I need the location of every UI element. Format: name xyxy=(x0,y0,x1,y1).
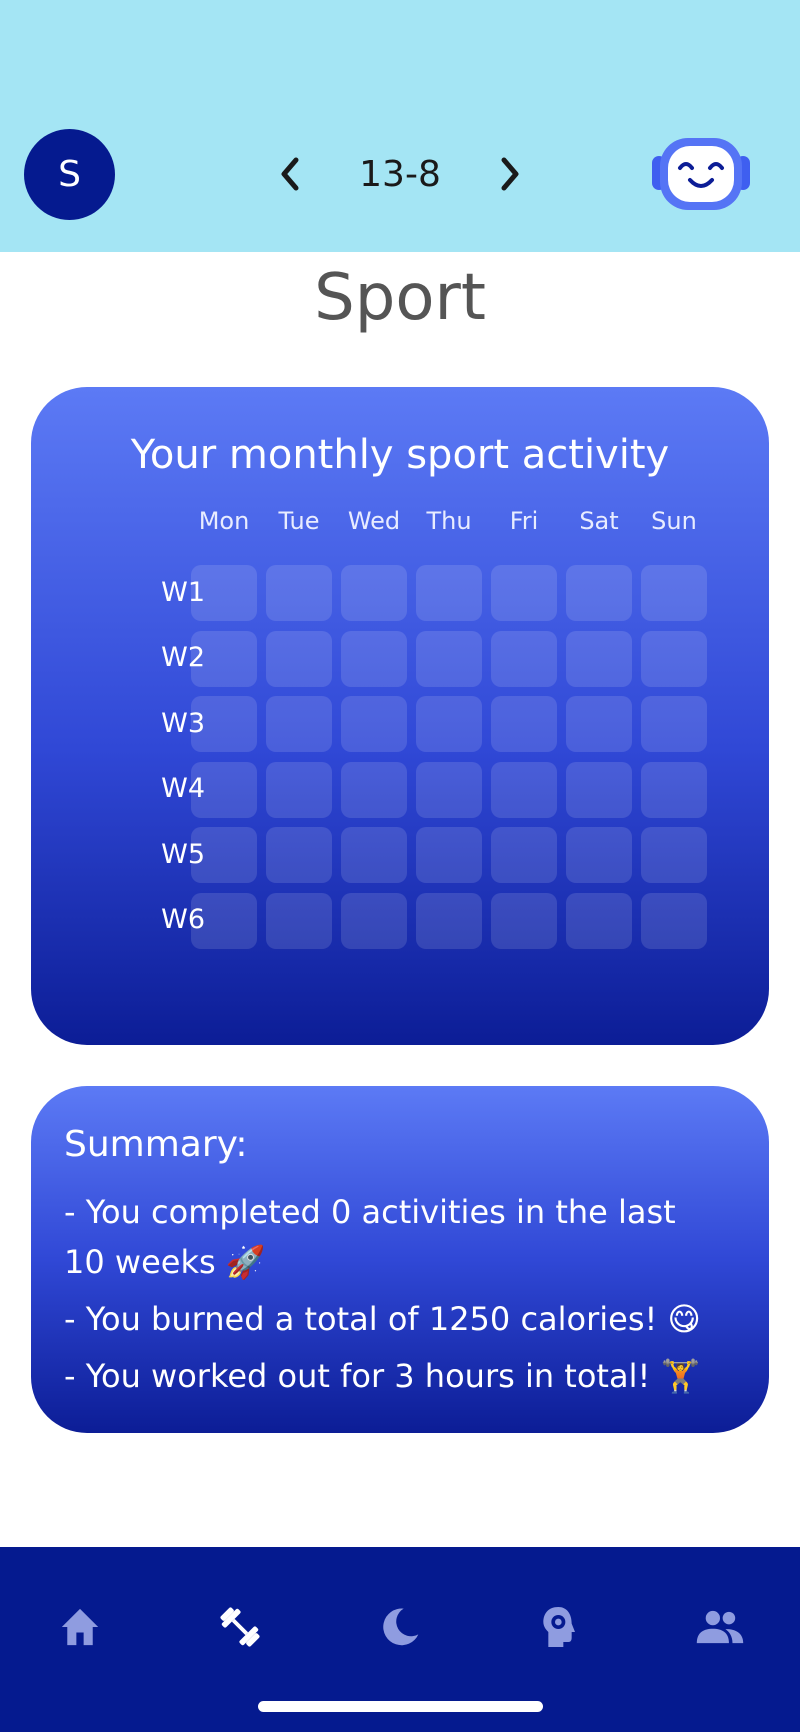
activity-cell[interactable] xyxy=(266,892,332,949)
summary-activities: - You completed 0 activities in the last xyxy=(64,1193,676,1231)
activity-cell[interactable] xyxy=(416,827,482,883)
activity-cell[interactable] xyxy=(641,696,707,752)
activity-cell[interactable] xyxy=(491,565,557,621)
activity-cell[interactable] xyxy=(266,696,332,752)
user-avatar[interactable]: S xyxy=(24,129,115,220)
activity-cell[interactable] xyxy=(341,827,407,883)
activity-cell[interactable] xyxy=(191,761,257,818)
activity-cell[interactable] xyxy=(641,761,707,818)
activity-cell[interactable] xyxy=(416,696,482,752)
home-icon xyxy=(61,1608,99,1646)
day-header-sat: Sat xyxy=(579,507,619,535)
activity-cell[interactable] xyxy=(416,630,482,687)
activity-cell[interactable] xyxy=(266,630,332,687)
activity-cell[interactable] xyxy=(416,761,482,818)
previous-date-button[interactable] xyxy=(268,152,312,196)
activity-cell[interactable] xyxy=(191,630,257,687)
dumbbell-icon xyxy=(220,1607,260,1647)
activity-cell[interactable] xyxy=(491,892,557,949)
activity-cell[interactable] xyxy=(191,892,257,949)
page-title: Sport xyxy=(314,261,486,335)
home-indicator xyxy=(258,1701,543,1712)
mind-gear-icon xyxy=(543,1607,575,1647)
people-icon xyxy=(696,1610,744,1644)
sport-screen: S 13-8 Sport Your monthly sport activity… xyxy=(0,0,800,1732)
activity-cell[interactable] xyxy=(566,827,632,883)
day-header-thu: Thu xyxy=(426,507,472,535)
nav-mind[interactable] xyxy=(530,1597,590,1657)
activity-cell[interactable] xyxy=(491,630,557,687)
chevron-left-icon xyxy=(281,157,299,191)
moon-icon xyxy=(383,1608,419,1646)
activity-cell[interactable] xyxy=(341,892,407,949)
activity-cell[interactable] xyxy=(191,696,257,752)
activity-cell[interactable] xyxy=(266,565,332,621)
activity-cell[interactable] xyxy=(566,761,632,818)
monthly-activity-card: Your monthly sport activity Mon Tue Wed … xyxy=(31,387,769,1045)
summary-card: Summary: - You completed 0 activities in… xyxy=(31,1086,769,1433)
activity-cell[interactable] xyxy=(416,565,482,621)
activity-cell[interactable] xyxy=(341,630,407,687)
assistant-robot-button[interactable] xyxy=(650,132,752,218)
activity-card-title: Your monthly sport activity xyxy=(130,432,670,478)
nav-home[interactable] xyxy=(50,1597,110,1657)
day-header-sun: Sun xyxy=(651,507,697,535)
activity-cell[interactable] xyxy=(191,827,257,883)
activity-cell[interactable] xyxy=(266,827,332,883)
next-date-button[interactable] xyxy=(488,152,532,196)
summary-calories: - You burned a total of 1250 calories! 😋 xyxy=(64,1300,701,1338)
day-header-wed: Wed xyxy=(347,507,401,535)
activity-cell[interactable] xyxy=(641,565,707,621)
activity-cell[interactable] xyxy=(341,696,407,752)
nav-sleep[interactable] xyxy=(370,1597,430,1657)
nav-community[interactable] xyxy=(690,1597,750,1657)
activity-cell[interactable] xyxy=(641,892,707,949)
activity-cell[interactable] xyxy=(191,565,257,621)
activity-cell[interactable] xyxy=(566,565,632,621)
day-header-fri: Fri xyxy=(509,507,539,535)
summary-title: Summary: xyxy=(64,1124,248,1165)
nav-sport[interactable] xyxy=(210,1597,270,1657)
activity-cell[interactable] xyxy=(416,892,482,949)
activity-cell[interactable] xyxy=(641,630,707,687)
day-header-mon: Mon xyxy=(198,507,250,535)
top-header: S 13-8 xyxy=(0,0,800,252)
activity-cell[interactable] xyxy=(341,761,407,818)
activity-cell[interactable] xyxy=(566,892,632,949)
activity-cell[interactable] xyxy=(491,761,557,818)
activity-cell[interactable] xyxy=(491,696,557,752)
current-date: 13-8 xyxy=(359,154,441,195)
activity-cell[interactable] xyxy=(491,827,557,883)
summary-hours: - You worked out for 3 hours in total! 🏋… xyxy=(64,1357,701,1395)
robot-icon xyxy=(652,138,750,210)
chevron-right-icon xyxy=(501,157,519,191)
activity-cell[interactable] xyxy=(566,696,632,752)
activity-cell[interactable] xyxy=(266,761,332,818)
summary-activities-cont: 10 weeks 🚀 xyxy=(64,1243,266,1281)
activity-cell[interactable] xyxy=(341,565,407,621)
day-header-tue: Tue xyxy=(278,507,320,535)
activity-cell[interactable] xyxy=(566,630,632,687)
activity-cell[interactable] xyxy=(641,827,707,883)
